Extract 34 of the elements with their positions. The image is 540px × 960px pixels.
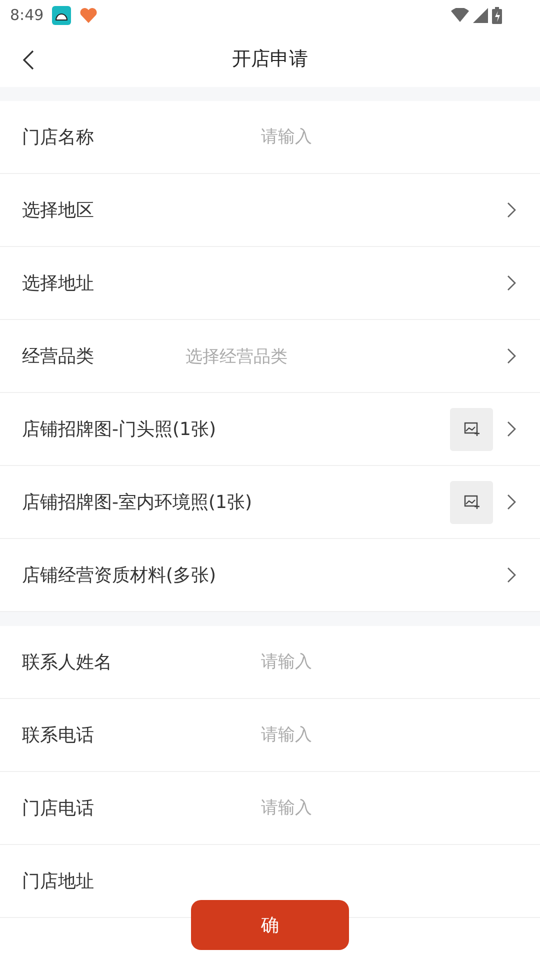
field-label: 门店名称 — [22, 126, 94, 149]
back-icon — [22, 50, 34, 70]
signal-icon — [473, 8, 488, 22]
field-label: 店铺招牌图-门头照(1张) — [22, 418, 216, 441]
chevron-right-icon — [507, 348, 516, 364]
submit-button[interactable]: 确 — [191, 900, 349, 950]
chevron-right-icon — [507, 567, 516, 583]
chevron-right-icon — [507, 275, 516, 291]
app-notification-icon — [52, 6, 71, 24]
field-label: 选择地址 — [22, 272, 94, 295]
chevron-right-icon — [507, 202, 516, 218]
field-label: 经营品类 — [22, 345, 94, 368]
field-label: 店铺招牌图-室内环境照(1张) — [22, 491, 252, 514]
input-field[interactable]: 请输入 — [261, 652, 516, 672]
field-label: 门店地址 — [22, 870, 94, 893]
page-title: 开店申请 — [232, 46, 308, 72]
input-field[interactable]: 请输入 — [261, 725, 516, 745]
field-label: 门店电话 — [22, 797, 94, 820]
image-upload-button[interactable] — [450, 408, 493, 450]
image-add-icon — [464, 422, 480, 436]
chevron-right-icon — [507, 421, 516, 437]
image-add-icon — [464, 495, 480, 509]
heart-icon — [78, 6, 98, 24]
status-time: 8:49 — [10, 6, 44, 24]
field-label: 店铺经营资质材料(多张) — [22, 564, 216, 587]
input-field[interactable]: 请输入 — [261, 127, 516, 147]
input-field[interactable]: 请输入 — [261, 798, 516, 818]
image-upload-button[interactable] — [450, 480, 493, 524]
wifi-icon — [451, 8, 469, 22]
chevron-right-icon — [507, 494, 516, 510]
field-label: 联系电话 — [22, 724, 94, 747]
field-label: 联系人姓名 — [22, 651, 112, 674]
field-label: 选择地区 — [22, 199, 94, 222]
battery-icon — [492, 6, 502, 24]
